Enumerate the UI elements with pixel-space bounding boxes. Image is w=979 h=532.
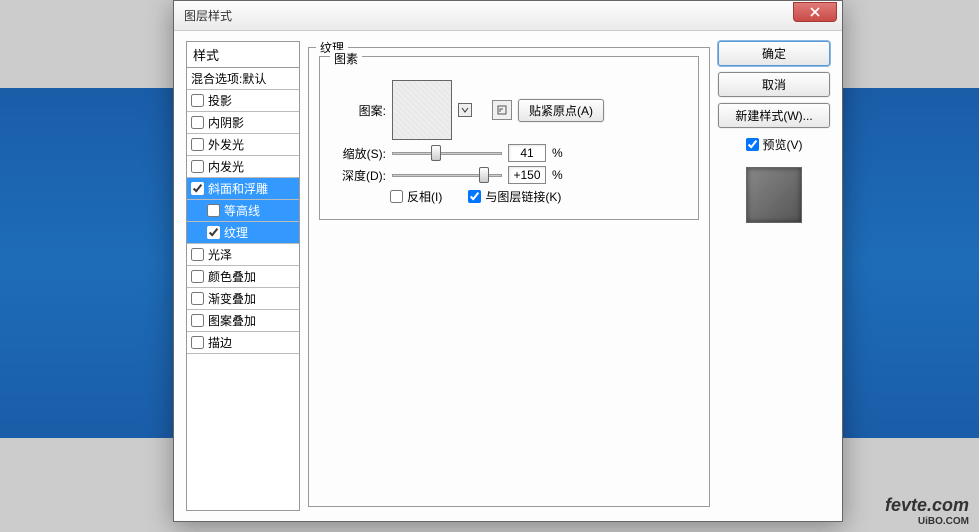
preview-label: 预览(V) bbox=[763, 136, 803, 153]
new-preset-icon bbox=[496, 104, 508, 116]
style-item-bevel-emboss[interactable]: 斜面和浮雕 bbox=[187, 178, 299, 200]
cancel-button[interactable]: 取消 bbox=[718, 72, 830, 97]
link-layer-label: 与图层链接(K) bbox=[485, 188, 561, 205]
style-item-inner-shadow[interactable]: 内阴影 bbox=[187, 112, 299, 134]
gradient-overlay-label: 渐变叠加 bbox=[208, 290, 256, 307]
snap-origin-button[interactable]: 贴紧原点(A) bbox=[518, 99, 604, 122]
style-item-inner-glow[interactable]: 内发光 bbox=[187, 156, 299, 178]
checkbox-inner-glow[interactable] bbox=[191, 160, 204, 173]
scale-label: 缩放(S): bbox=[330, 145, 386, 162]
outer-glow-label: 外发光 bbox=[208, 136, 244, 153]
titlebar[interactable]: 图层样式 bbox=[174, 1, 842, 31]
close-button[interactable] bbox=[793, 2, 837, 22]
scale-slider[interactable] bbox=[392, 152, 502, 155]
style-item-texture[interactable]: 纹理 bbox=[187, 222, 299, 244]
satin-label: 光泽 bbox=[208, 246, 232, 263]
style-item-stroke[interactable]: 描边 bbox=[187, 332, 299, 354]
inner-shadow-label: 内阴影 bbox=[208, 114, 244, 131]
scale-input[interactable] bbox=[508, 144, 546, 162]
checkbox-gradient-overlay[interactable] bbox=[191, 292, 204, 305]
color-overlay-label: 颜色叠加 bbox=[208, 268, 256, 285]
style-item-outer-glow[interactable]: 外发光 bbox=[187, 134, 299, 156]
checkbox-inner-shadow[interactable] bbox=[191, 116, 204, 129]
checkbox-outer-glow[interactable] bbox=[191, 138, 204, 151]
preview-thumbnail bbox=[746, 167, 802, 223]
checkbox-contour[interactable] bbox=[207, 204, 220, 217]
layer-style-dialog: 图层样式 样式 混合选项:默认 投影 内阴影 bbox=[173, 0, 843, 522]
ok-button[interactable]: 确定 bbox=[718, 41, 830, 66]
style-item-contour[interactable]: 等高线 bbox=[187, 200, 299, 222]
checkbox-drop-shadow[interactable] bbox=[191, 94, 204, 107]
style-item-blend-options[interactable]: 混合选项:默认 bbox=[187, 68, 299, 90]
chevron-down-icon bbox=[461, 107, 469, 113]
depth-input[interactable] bbox=[508, 166, 546, 184]
new-preset-button[interactable] bbox=[492, 100, 512, 120]
scale-slider-thumb[interactable] bbox=[431, 145, 441, 161]
close-icon bbox=[810, 7, 820, 17]
depth-label: 深度(D): bbox=[330, 167, 386, 184]
depth-slider[interactable] bbox=[392, 174, 502, 177]
checkbox-pattern-overlay[interactable] bbox=[191, 314, 204, 327]
styles-list-panel: 样式 混合选项:默认 投影 内阴影 外发光 bbox=[186, 41, 300, 511]
inner-glow-label: 内发光 bbox=[208, 158, 244, 175]
stroke-label: 描边 bbox=[208, 334, 232, 351]
pattern-swatch[interactable] bbox=[392, 80, 452, 140]
checkbox-link-layer[interactable] bbox=[468, 190, 481, 203]
checkbox-color-overlay[interactable] bbox=[191, 270, 204, 283]
pattern-overlay-label: 图案叠加 bbox=[208, 312, 256, 329]
checkbox-stroke[interactable] bbox=[191, 336, 204, 349]
style-item-pattern-overlay[interactable]: 图案叠加 bbox=[187, 310, 299, 332]
bevel-emboss-label: 斜面和浮雕 bbox=[208, 180, 268, 197]
right-button-panel: 确定 取消 新建样式(W)... 预览(V) bbox=[718, 41, 830, 501]
scale-unit: % bbox=[552, 146, 563, 160]
style-item-satin[interactable]: 光泽 bbox=[187, 244, 299, 266]
checkbox-texture[interactable] bbox=[207, 226, 220, 239]
pattern-dropdown[interactable] bbox=[458, 103, 472, 117]
texture-settings-panel: 纹理 图素 图案: bbox=[308, 41, 710, 501]
depth-slider-thumb[interactable] bbox=[479, 167, 489, 183]
styles-header[interactable]: 样式 bbox=[187, 42, 299, 68]
texture-label: 纹理 bbox=[224, 224, 248, 241]
style-item-drop-shadow[interactable]: 投影 bbox=[187, 90, 299, 112]
contour-label: 等高线 bbox=[224, 202, 260, 219]
checkbox-satin[interactable] bbox=[191, 248, 204, 261]
watermark: fevte.com UiBO.COM bbox=[885, 495, 969, 527]
blend-options-label: 混合选项:默认 bbox=[191, 70, 266, 87]
dialog-title: 图层样式 bbox=[184, 7, 232, 24]
invert-label: 反相(I) bbox=[407, 188, 442, 205]
drop-shadow-label: 投影 bbox=[208, 92, 232, 109]
checkbox-invert[interactable] bbox=[390, 190, 403, 203]
checkbox-preview[interactable] bbox=[746, 138, 759, 151]
style-item-gradient-overlay[interactable]: 渐变叠加 bbox=[187, 288, 299, 310]
checkbox-bevel-emboss[interactable] bbox=[191, 182, 204, 195]
element-group-label: 图素 bbox=[330, 50, 362, 67]
new-style-button[interactable]: 新建样式(W)... bbox=[718, 103, 830, 128]
style-item-color-overlay[interactable]: 颜色叠加 bbox=[187, 266, 299, 288]
depth-unit: % bbox=[552, 168, 563, 182]
pattern-label: 图案: bbox=[330, 102, 386, 119]
